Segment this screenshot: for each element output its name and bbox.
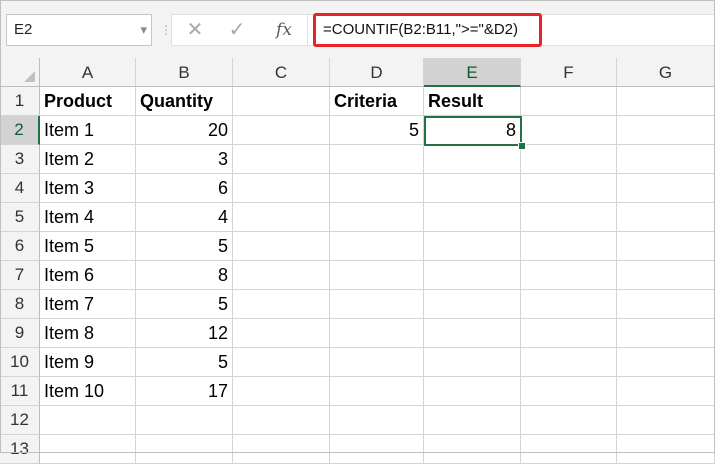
window-border — [0, 0, 715, 453]
